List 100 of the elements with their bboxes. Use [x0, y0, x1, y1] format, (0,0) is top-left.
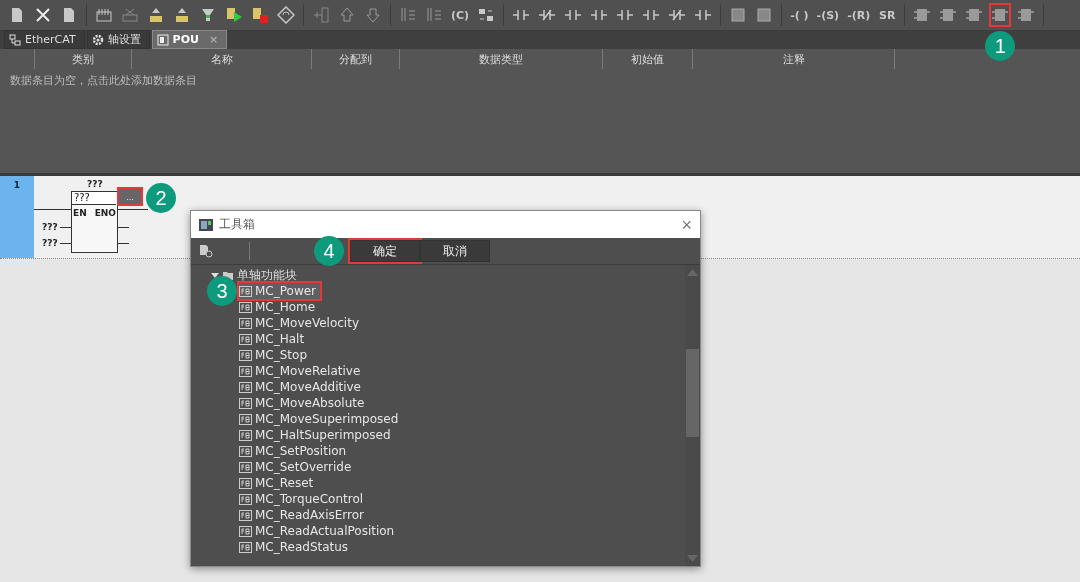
function-block-icon — [239, 317, 252, 329]
function-block-icon — [239, 493, 252, 505]
tree-item[interactable]: MC_SetOverride — [239, 459, 356, 475]
tree-item[interactable]: MC_Power — [239, 283, 320, 299]
function-block[interactable]: ??? EN ENO — [71, 191, 118, 253]
function-block-icon — [239, 509, 252, 521]
column-header[interactable]: 注释 — [693, 49, 895, 69]
function-block-icon — [239, 301, 252, 313]
function-block-icon — [239, 333, 252, 345]
tab-label: EtherCAT — [25, 33, 76, 46]
browse-button[interactable]: ... — [119, 189, 141, 204]
tree-item[interactable]: MC_Home — [239, 299, 320, 315]
input-value: ??? — [42, 222, 58, 232]
toolbar-button[interactable] — [277, 5, 295, 25]
tab[interactable]: EtherCAT — [4, 30, 85, 49]
toolbar-button[interactable] — [991, 5, 1010, 25]
tree-item[interactable]: MC_SetPosition — [239, 443, 351, 459]
swap-icon — [477, 6, 496, 24]
function-block-icon — [239, 429, 252, 441]
dialog-button[interactable]: 取消 — [420, 240, 490, 262]
function-block-icon — [239, 461, 252, 473]
tree-item[interactable]: MC_MoveRelative — [239, 363, 365, 379]
square-icon — [729, 6, 748, 24]
pin-label: EN — [73, 208, 87, 218]
column-header[interactable]: 数据类型 — [400, 49, 603, 69]
tree-item[interactable]: MC_MoveSuperimposed — [239, 411, 403, 427]
block-icon — [939, 6, 958, 24]
add-file-icon[interactable] — [199, 244, 213, 258]
tree-item[interactable]: MC_Halt — [239, 331, 309, 347]
column-header[interactable]: 类别 — [35, 49, 132, 69]
toolbar-button[interactable] — [251, 5, 269, 25]
window-icon — [199, 218, 213, 231]
refresh-icon — [277, 6, 295, 24]
tab[interactable]: POU × — [151, 30, 228, 49]
block-type-field[interactable]: ??? — [72, 192, 116, 205]
square-icon — [755, 6, 774, 24]
tree-item[interactable]: MC_ReadActualPosition — [239, 523, 399, 539]
stop-icon — [251, 6, 269, 24]
empty-message[interactable]: 数据条目为空，点击此处添加数据条目 — [0, 69, 1080, 92]
tree-item[interactable]: MC_MoveAbsolute — [239, 395, 369, 411]
toolbar-button[interactable]: -( ) — [790, 5, 809, 25]
function-block-icon — [239, 397, 252, 409]
tab-label: 轴设置 — [107, 32, 141, 47]
toolbar-button[interactable] — [729, 5, 748, 25]
callout-badge: 2 — [146, 183, 176, 213]
tray-icon — [147, 6, 165, 24]
function-block-icon — [239, 413, 252, 425]
callout-badge: 4 — [314, 236, 344, 266]
sort-icon — [399, 6, 417, 24]
tree-item[interactable]: MC_ReadStatus — [239, 539, 353, 555]
tree-item[interactable]: MC_TorqueControl — [239, 491, 368, 507]
tree-icon — [312, 6, 330, 24]
block-icon — [1017, 6, 1036, 24]
filter-icon — [199, 6, 217, 24]
dialog-title: 工具箱 — [219, 216, 256, 233]
function-block-icon — [239, 525, 252, 537]
tree-item[interactable]: MC_Reset — [239, 475, 318, 491]
toolbar-button[interactable]: -(R) — [847, 5, 871, 25]
function-block-icon — [239, 477, 252, 489]
gear-icon — [91, 33, 104, 46]
tray-icon — [173, 6, 191, 24]
function-block-icon — [239, 365, 252, 377]
block-icon — [913, 6, 932, 24]
expanded-caret-icon[interactable] — [211, 271, 219, 279]
play-icon — [225, 6, 243, 24]
function-block-icon — [239, 349, 252, 361]
close-button[interactable]: × — [681, 215, 692, 234]
function-block-icon — [239, 541, 252, 553]
document-icon — [156, 33, 169, 46]
input-value: ??? — [42, 238, 58, 248]
toolbar-button[interactable]: -(S) — [816, 5, 840, 25]
toolbar-button[interactable] — [755, 5, 774, 25]
up-arrow-icon — [338, 6, 356, 24]
block-icon — [965, 6, 984, 24]
down-arrow-icon — [364, 6, 382, 24]
column-header[interactable]: 名称 — [132, 49, 312, 69]
toolbar-button[interactable] — [225, 5, 243, 25]
function-block-icon — [239, 445, 252, 457]
tree-item[interactable]: MC_MoveVelocity — [239, 315, 363, 331]
network-icon — [9, 33, 21, 46]
callout-badge: 3 — [207, 276, 237, 306]
toolbar-button[interactable]: (C) — [451, 5, 470, 25]
grid-icon — [121, 6, 139, 24]
tree-item[interactable]: MC_HaltSuperimposed — [239, 427, 395, 443]
pin-label: ENO — [94, 208, 116, 218]
function-block-icon — [239, 285, 252, 297]
function-block-icon — [239, 381, 252, 393]
tab-label: POU — [172, 33, 199, 46]
sort-icon — [425, 6, 443, 24]
tree-item[interactable]: MC_ReadAxisError — [239, 507, 369, 523]
grid-icon — [95, 6, 113, 24]
dialog-button[interactable]: 确定 — [350, 240, 420, 262]
column-header[interactable]: 分配到 — [312, 49, 400, 69]
tree-item[interactable]: MC_MoveAdditive — [239, 379, 365, 395]
tree-item[interactable]: MC_Stop — [239, 347, 311, 363]
tab[interactable]: 轴设置 — [86, 30, 150, 49]
toolbar-button[interactable]: SR — [878, 5, 897, 25]
block-icon — [991, 6, 1010, 24]
column-header[interactable]: 初始值 — [603, 49, 693, 69]
close-icon — [34, 6, 52, 24]
